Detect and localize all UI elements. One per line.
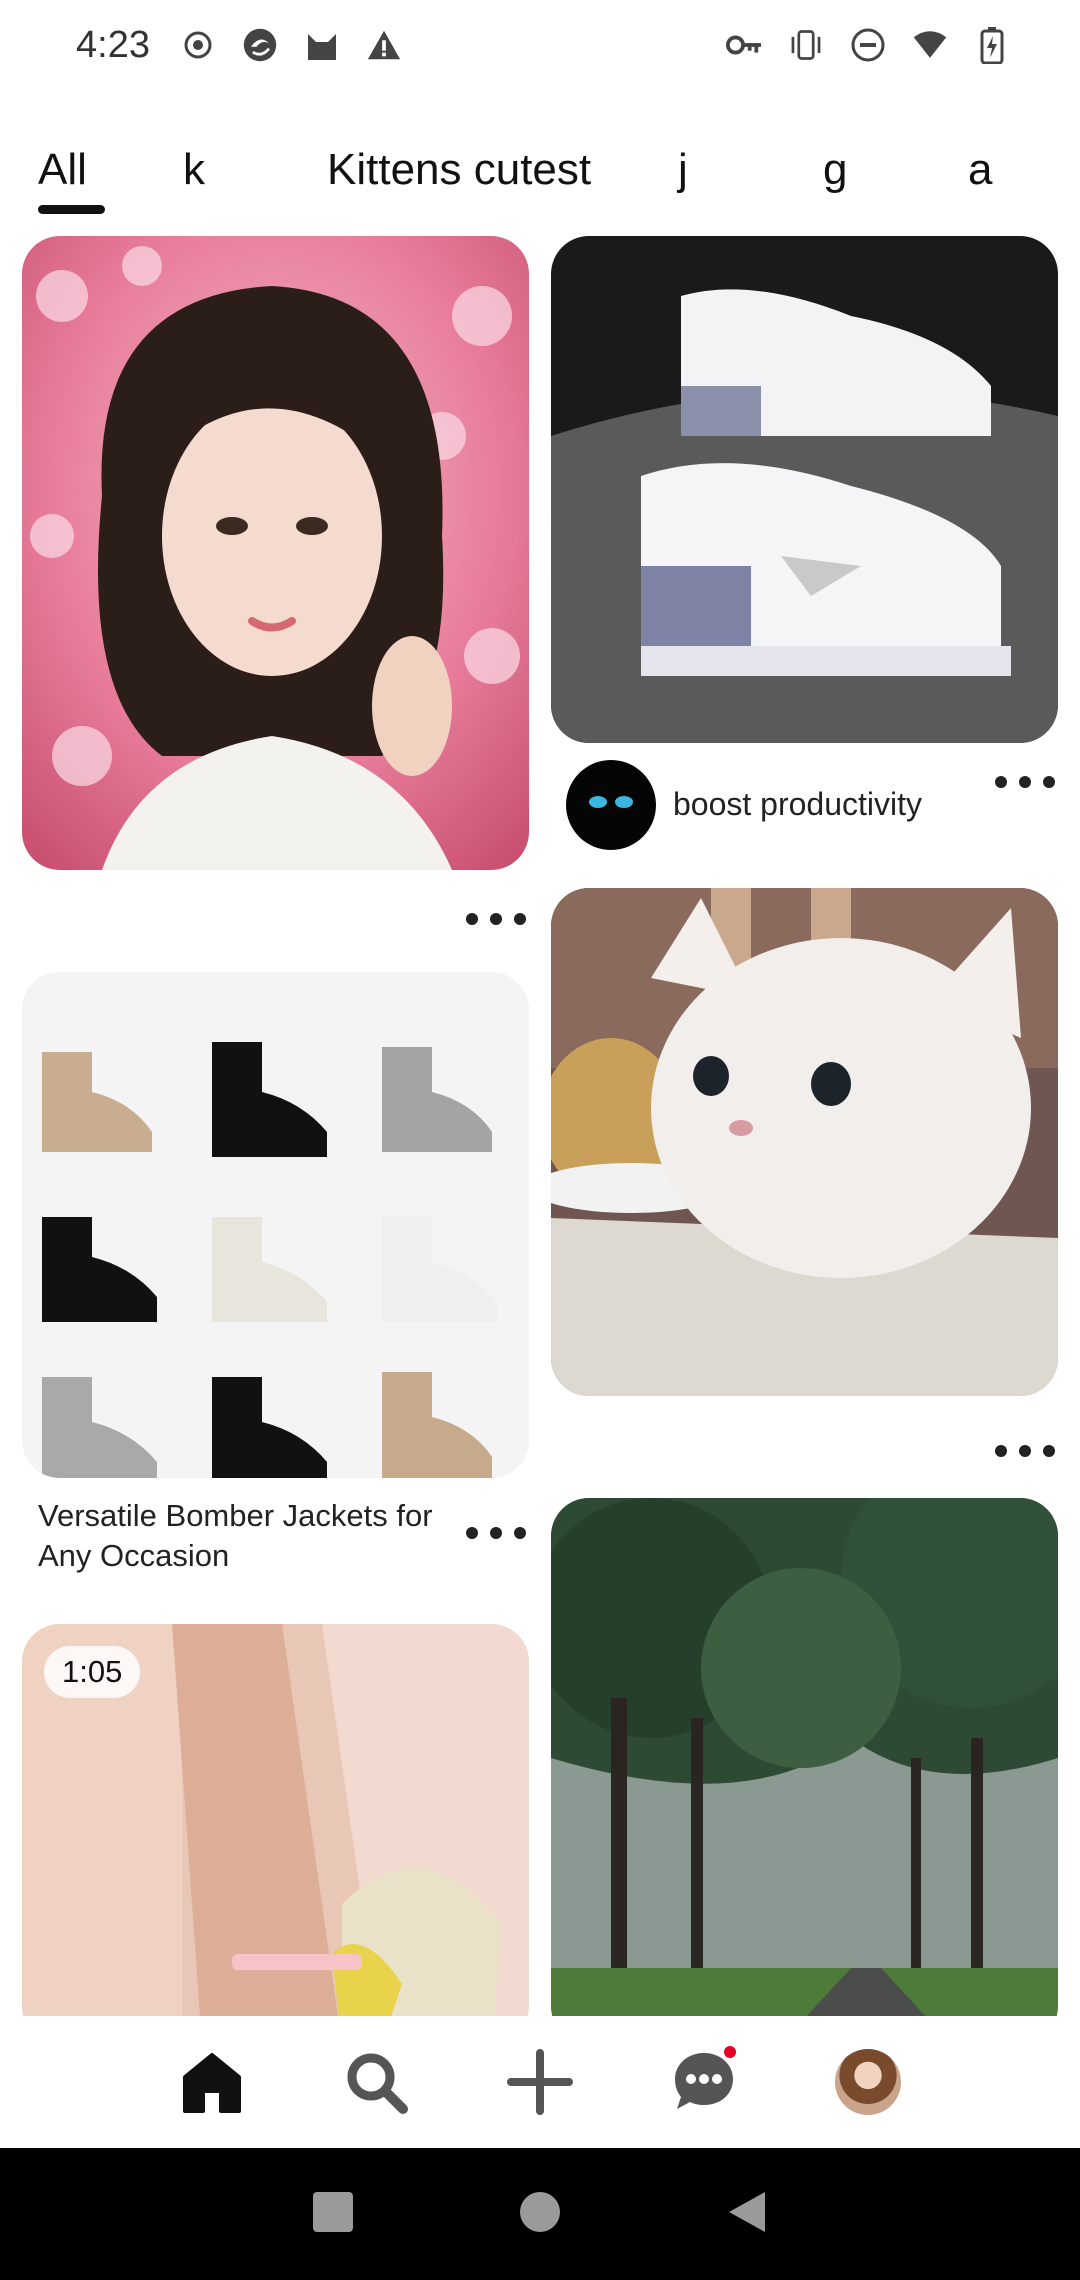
pin-image-forest[interactable] bbox=[551, 1498, 1058, 2016]
pin-title[interactable]: Versatile Bomber Jackets for Any Occasio… bbox=[38, 1496, 458, 1576]
cat-app-icon bbox=[304, 27, 340, 63]
battery-icon bbox=[974, 27, 1010, 64]
messages-icon[interactable] bbox=[664, 2042, 744, 2122]
tab-all[interactable]: All bbox=[38, 135, 87, 215]
pin-more-options-button[interactable] bbox=[995, 1436, 1055, 1466]
pin-image-sneakers[interactable] bbox=[551, 236, 1058, 743]
pin-image-boots[interactable] bbox=[22, 972, 529, 1478]
selected-tab-indicator bbox=[38, 205, 105, 214]
notification-dot bbox=[722, 2044, 738, 2060]
tab-j[interactable]: j bbox=[678, 135, 688, 215]
profile-avatar[interactable] bbox=[828, 2042, 908, 2122]
tab-a[interactable]: a bbox=[968, 135, 992, 215]
board-filter-tabs: All k Kittens cutest j g a bbox=[0, 135, 1080, 215]
bottom-navigation bbox=[0, 2016, 1080, 2148]
home-icon[interactable] bbox=[172, 2042, 252, 2122]
back-button[interactable] bbox=[725, 2190, 769, 2239]
status-time: 4:23 bbox=[76, 23, 150, 66]
video-duration-badge: 1:05 bbox=[44, 1646, 141, 1698]
pin-feed[interactable]: Versatile Bomber Jackets for Any Occasio… bbox=[0, 236, 1080, 2016]
tab-g[interactable]: g bbox=[823, 135, 847, 215]
pin-video-legs[interactable]: 1:05 bbox=[22, 1624, 529, 2016]
pin-more-options-button[interactable] bbox=[466, 904, 526, 934]
pin-image-woman[interactable] bbox=[22, 236, 529, 870]
browser-icon bbox=[242, 27, 278, 63]
warning-icon bbox=[366, 27, 402, 63]
avatar bbox=[835, 2049, 901, 2115]
board-avatar[interactable] bbox=[566, 760, 656, 850]
wifi-icon bbox=[912, 27, 948, 63]
vpn-key-icon bbox=[726, 27, 762, 63]
tab-kittens-cutest[interactable]: Kittens cutest bbox=[327, 135, 591, 215]
create-icon[interactable] bbox=[500, 2042, 580, 2122]
recent-apps-button[interactable] bbox=[311, 2190, 355, 2239]
pin-more-options-button[interactable] bbox=[995, 767, 1055, 797]
status-bar: 4:23 bbox=[0, 0, 1080, 90]
tab-k[interactable]: k bbox=[183, 135, 205, 215]
search-icon[interactable] bbox=[336, 2042, 416, 2122]
board-name-label[interactable]: boost productivity bbox=[673, 784, 922, 824]
pin-image-kitten[interactable] bbox=[551, 888, 1058, 1396]
system-navigation-bar bbox=[0, 2148, 1080, 2280]
home-button[interactable] bbox=[518, 2190, 562, 2239]
record-icon bbox=[180, 27, 216, 63]
vibrate-icon bbox=[788, 27, 824, 63]
dnd-icon bbox=[850, 27, 886, 63]
pin-more-options-button[interactable] bbox=[466, 1518, 526, 1548]
